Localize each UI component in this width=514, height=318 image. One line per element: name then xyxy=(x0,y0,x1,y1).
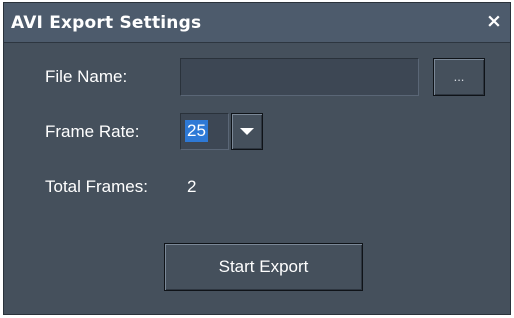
total-frames-value: 2 xyxy=(187,177,197,196)
frame-rate-field[interactable]: 25 xyxy=(180,113,229,150)
browse-button[interactable]: ... xyxy=(433,58,485,96)
avi-export-dialog: AVI Export Settings × File Name: ... Fra… xyxy=(3,2,511,315)
title-bar[interactable]: AVI Export Settings × xyxy=(4,3,510,43)
close-icon[interactable]: × xyxy=(485,12,503,31)
frame-rate-dropdown-button[interactable] xyxy=(231,113,263,150)
frame-rate-label: Frame Rate: xyxy=(45,122,140,141)
file-name-label: File Name: xyxy=(45,67,128,86)
file-name-input[interactable] xyxy=(180,58,419,96)
window-title: AVI Export Settings xyxy=(11,13,202,33)
total-frames-label: Total Frames: xyxy=(45,177,148,196)
start-export-button[interactable]: Start Export xyxy=(164,243,363,291)
frame-rate-value[interactable]: 25 xyxy=(185,120,208,142)
chevron-down-icon xyxy=(240,128,254,135)
